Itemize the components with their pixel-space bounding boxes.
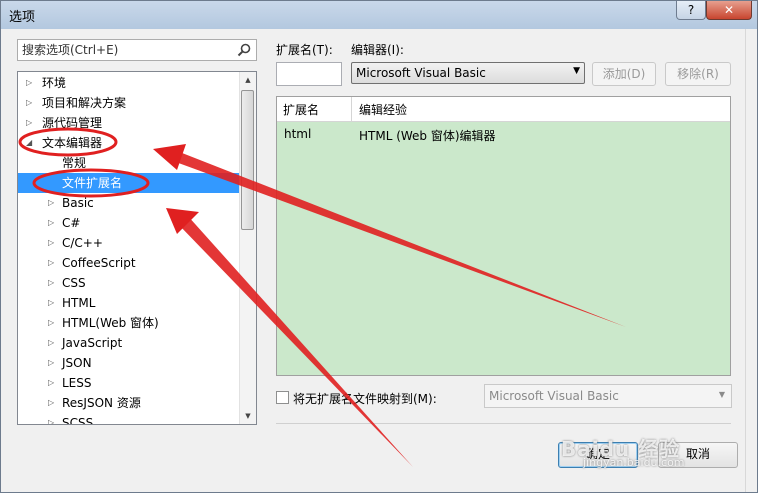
tree-item[interactable]: ▷ HTML [18,293,241,313]
title-bar[interactable]: 选项 ? ✕ [1,1,757,29]
tree-item-label: 源代码管理 [42,116,103,130]
tree-item-label: C/C++ [62,236,103,250]
extension-input[interactable] [276,62,342,86]
expand-icon[interactable]: ▷ [48,273,54,293]
tree-item[interactable]: ▷ C/C++ [18,233,241,253]
extension-list[interactable]: 扩展名 编辑经验 html HTML (Web 窗体)编辑器 [276,96,731,376]
tree-item[interactable]: ▷ CSS [18,273,241,293]
search-icon[interactable] [236,42,252,58]
tree-item-label: CSS [62,276,86,290]
editor-dropdown-value: Microsoft Visual Basic [356,66,486,80]
search-input[interactable] [20,42,236,58]
scroll-thumb[interactable] [241,90,254,230]
expand-icon[interactable]: ▷ [48,193,54,213]
tree-scrollbar[interactable]: ▲ ▼ [239,72,256,424]
tree-item[interactable]: ▷ C# [18,213,241,233]
close-button[interactable]: ✕ [706,1,752,20]
tree-item[interactable]: ▷ Basic [18,193,241,213]
tree-item-label: C# [62,216,81,230]
tree-item-label: CoffeeScript [62,256,136,270]
tree-item[interactable]: ▷ SCSS [18,413,241,425]
tree-item[interactable]: ▷ 环境 [18,73,241,93]
map-extensionless-label[interactable]: 将无扩展名文件映射到(M): [293,390,437,407]
tree-item[interactable]: ▷ 项目和解决方案 [18,93,241,113]
tree-item[interactable]: ◢ 文本编辑器 [18,133,241,153]
expand-icon[interactable]: ▷ [48,313,54,333]
tree-item[interactable]: ▷ 源代码管理 [18,113,241,133]
remove-button[interactable]: 移除(R) [665,62,731,86]
tree-item-label: 环境 [42,76,67,90]
options-tree[interactable]: ▷ 环境 ▷ 项目和解决方案 ▷ 源代码管理 ◢ 文本编辑器 常规 文件扩展名 ▷ Basic ▷ C# ▷… [17,71,257,425]
watermark-url: jingyan.baidu.com [583,456,685,469]
tree-item-label: 文本编辑器 [42,136,103,150]
tree-item[interactable]: ▷ HTML(Web 窗体) [18,313,241,333]
tree-item[interactable]: ▷ JavaScript [18,333,241,353]
expand-icon[interactable]: ▷ [48,353,54,373]
scroll-up-icon[interactable]: ▲ [240,72,256,88]
tree-item-label: LESS [62,376,92,390]
tree-item[interactable]: 常规 [18,153,241,173]
list-header: 扩展名 编辑经验 [277,97,730,122]
map-editor-dropdown[interactable]: Microsoft Visual Basic ▼ [484,384,732,408]
divider [276,423,731,424]
expand-icon[interactable]: ▷ [48,333,54,353]
tree-item-label: ResJSON 资源 [62,396,141,410]
column-header-editor[interactable]: 编辑经验 [359,101,407,118]
chevron-down-icon: ▼ [573,66,580,76]
expand-icon[interactable]: ▷ [48,233,54,253]
search-box[interactable] [17,39,257,61]
tree-item-label: 项目和解决方案 [42,96,127,110]
expand-icon[interactable]: ▷ [48,373,54,393]
tree-item-label: JavaScript [62,336,123,350]
expand-icon[interactable]: ▷ [48,293,54,313]
expand-icon[interactable]: ▷ [48,253,54,273]
collapse-icon[interactable]: ◢ [26,133,32,153]
expand-icon[interactable]: ▷ [48,213,54,233]
extension-label: 扩展名(T): [276,43,333,57]
expand-icon[interactable]: ▷ [26,93,32,113]
expand-icon[interactable]: ▷ [48,393,54,413]
options-dialog: 选项 ? ✕ ▷ 环境 ▷ 项目和解决方案 ▷ 源代码管理 ◢ 文本编辑器常规文件扩展名 ▷ Ba… [0,0,758,493]
window-title: 选项 [9,10,36,25]
tree-item-label: Basic [62,196,94,210]
tree-item[interactable]: ▷ ResJSON 资源 [18,393,241,413]
add-button[interactable]: 添加(D) [592,62,656,86]
tree-item-label: 文件扩展名 [62,176,123,190]
column-header-extension[interactable]: 扩展名 [283,101,319,118]
editor-label: 编辑器(I): [351,43,404,57]
tree-item[interactable]: ▷ JSON [18,353,241,373]
list-item-extension[interactable]: html [284,127,311,141]
tree-item[interactable]: ▷ CoffeeScript [18,253,241,273]
scroll-down-icon[interactable]: ▼ [240,408,256,424]
tree-item-label: JSON [62,356,92,370]
dialog-edge [745,29,757,492]
tree-item-label: SCSS [62,416,94,425]
tree-item[interactable]: ▷ LESS [18,373,241,393]
editor-dropdown[interactable]: Microsoft Visual Basic ▼ [351,62,585,84]
list-item-editor[interactable]: HTML (Web 窗体)编辑器 [359,127,496,144]
column-divider[interactable] [351,97,352,121]
tree-item-label: 常规 [62,156,87,170]
chevron-down-icon: ▼ [718,390,725,399]
tree-item-label: HTML [62,296,96,310]
expand-icon[interactable]: ▷ [26,73,32,93]
map-editor-value: Microsoft Visual Basic [489,389,619,403]
expand-icon[interactable]: ▷ [26,113,32,133]
tree-item-label: HTML(Web 窗体) [62,316,159,330]
expand-icon[interactable]: ▷ [48,413,54,424]
help-button[interactable]: ? [676,1,706,20]
map-extensionless-checkbox[interactable] [276,391,289,404]
tree-item[interactable]: 文件扩展名 [18,173,241,193]
